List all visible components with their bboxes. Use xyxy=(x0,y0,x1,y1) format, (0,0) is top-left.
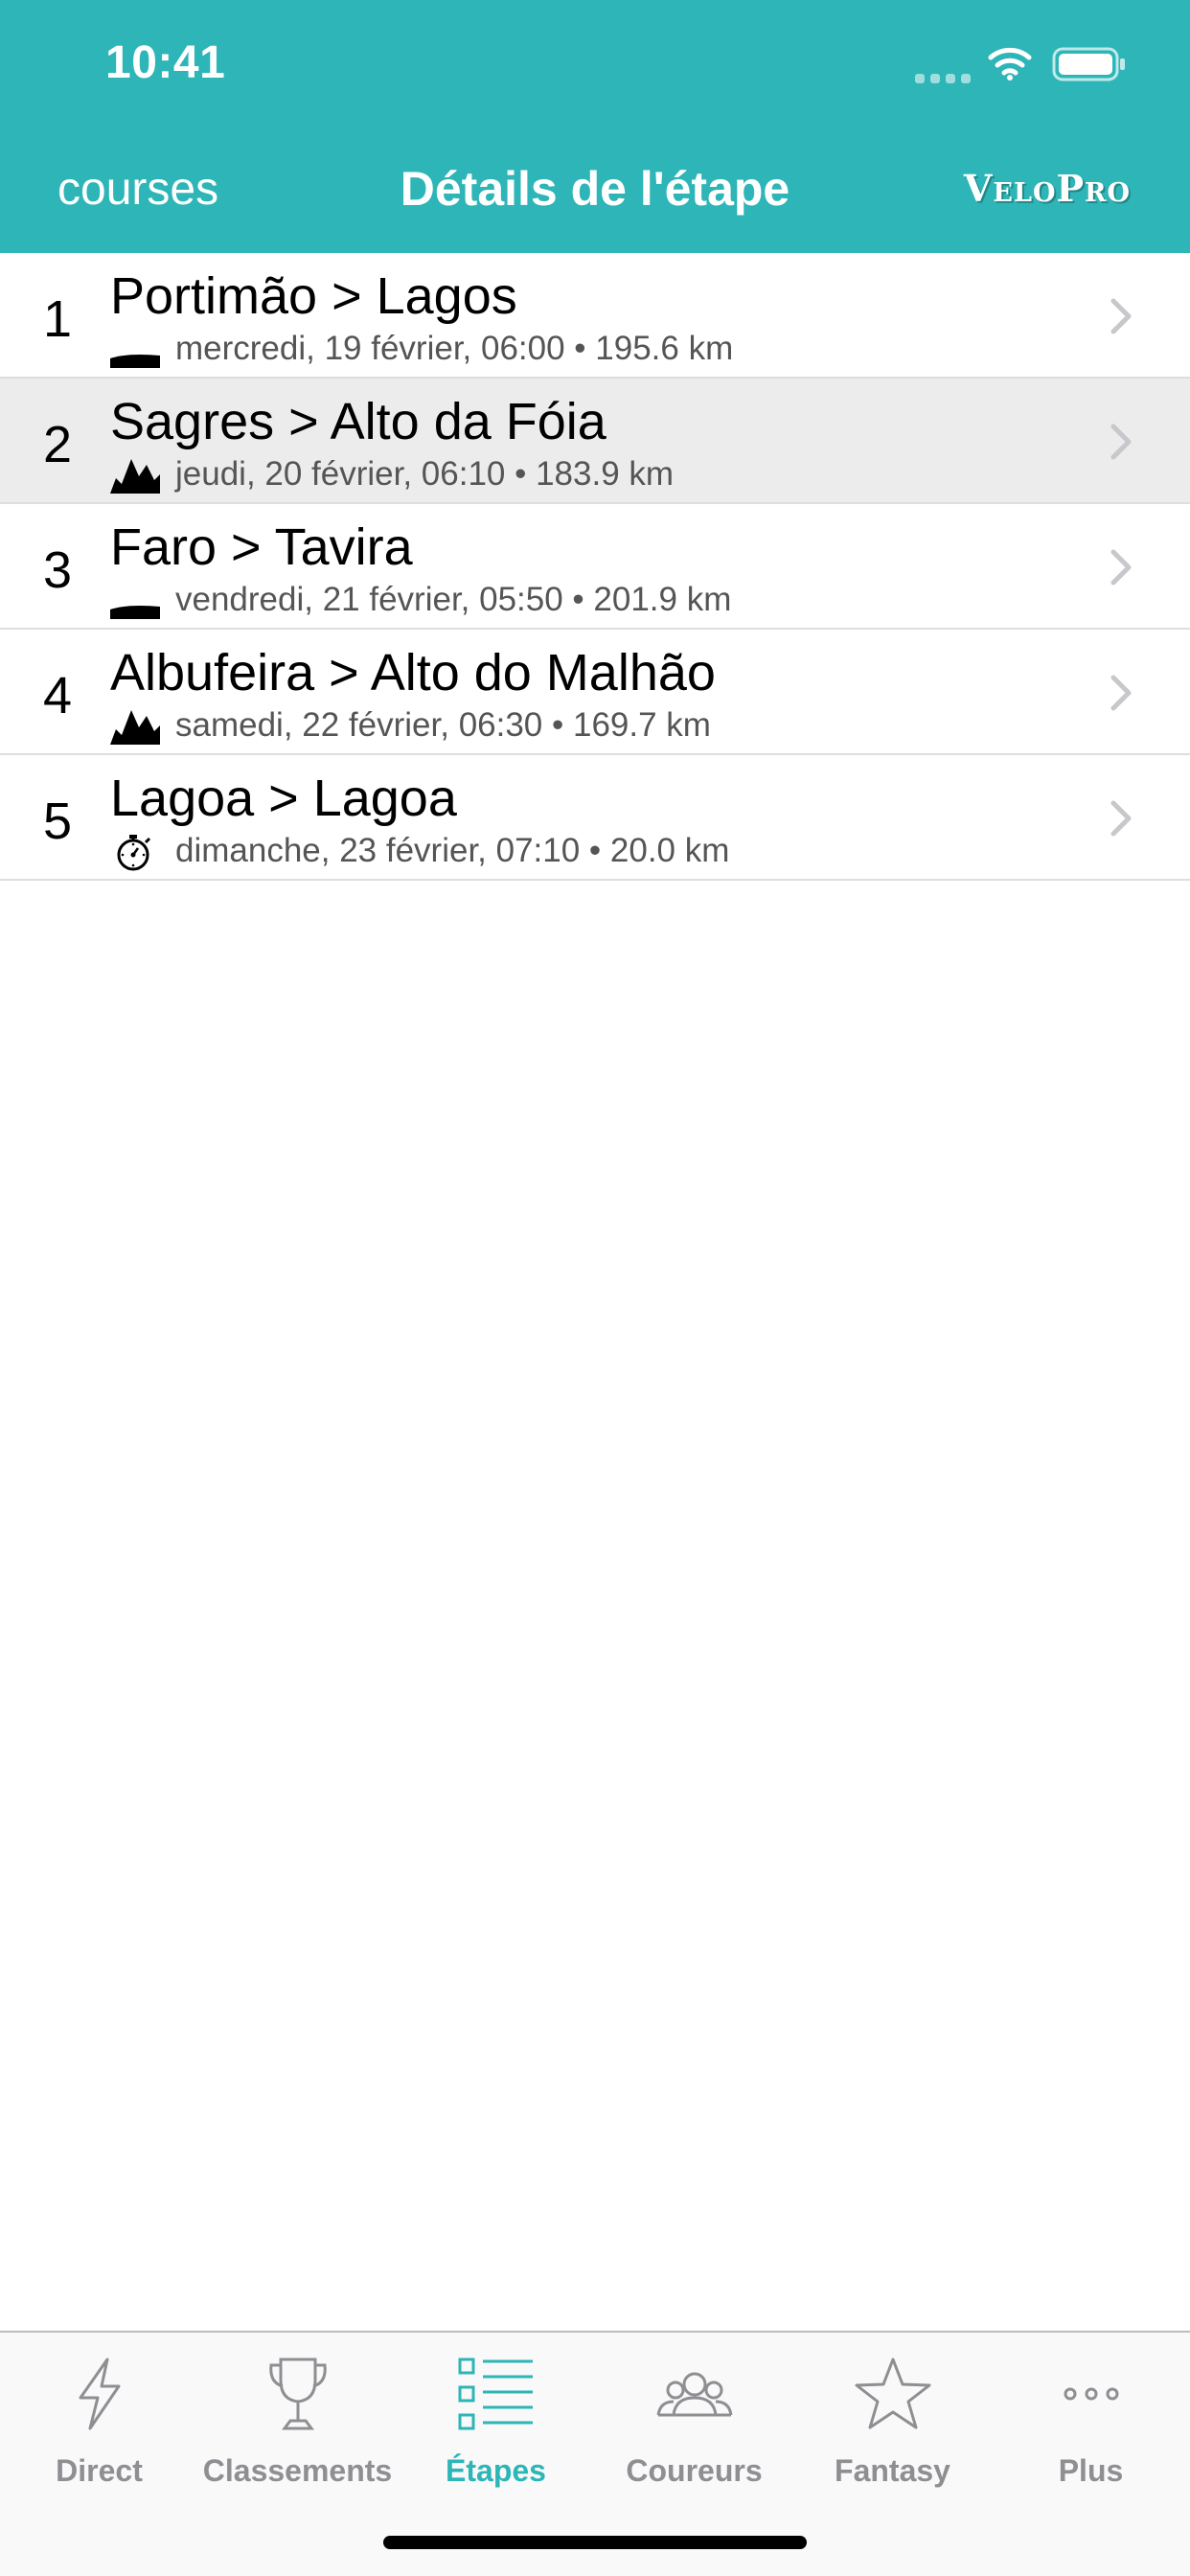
chevron-right-icon xyxy=(1110,424,1132,460)
row-separator xyxy=(0,879,1190,881)
stage-route: Sagres > Alto da Fóia xyxy=(110,393,606,450)
mountain-profile-icon xyxy=(110,459,160,494)
stage-row-3[interactable]: 3 Faro > Tavira vendredi, 21 février, 05… xyxy=(0,504,1190,630)
cellular-signal-icon xyxy=(915,71,976,88)
star-icon xyxy=(855,2358,931,2429)
tab-label: Plus xyxy=(1058,2453,1124,2488)
tab-etapes[interactable]: Étapes xyxy=(397,2333,595,2496)
battery-icon xyxy=(1052,47,1125,81)
navigation-header: 10:41 courses Détails de l'étape VeloPro xyxy=(0,0,1190,253)
stopwatch-icon xyxy=(117,835,151,871)
more-dots-icon xyxy=(1064,2387,1119,2401)
stage-route: Albufeira > Alto do Malhão xyxy=(110,644,716,702)
mountain-profile-icon xyxy=(110,710,160,745)
chevron-right-icon xyxy=(1110,675,1132,711)
stage-row-2[interactable]: 2 Sagres > Alto da Fóia jeudi, 20 févrie… xyxy=(0,379,1190,504)
stage-number: 1 xyxy=(42,290,73,348)
trophy-icon xyxy=(269,2358,327,2430)
flat-profile-icon xyxy=(110,606,160,619)
tab-label: Étapes xyxy=(446,2453,546,2488)
tab-fantasy[interactable]: Fantasy xyxy=(793,2333,992,2496)
tab-direct[interactable]: Direct xyxy=(0,2333,198,2496)
chevron-right-icon xyxy=(1110,800,1132,837)
tab-label: Coureurs xyxy=(626,2453,763,2488)
wifi-icon xyxy=(988,47,1032,80)
stage-number: 5 xyxy=(42,793,73,850)
stage-route: Faro > Tavira xyxy=(110,518,413,576)
stage-row-5[interactable]: 5 Lagoa > Lagoa dimanche, 23 février, 07… xyxy=(0,755,1190,881)
status-time: 10:41 xyxy=(105,37,226,88)
flat-profile-icon xyxy=(110,355,160,368)
stage-meta: jeudi, 20 février, 06:10 • 183.9 km xyxy=(175,455,675,493)
stage-number: 3 xyxy=(42,541,73,599)
stage-number: 2 xyxy=(42,416,73,473)
stage-route: Lagoa > Lagoa xyxy=(110,770,457,827)
tab-label: Direct xyxy=(56,2453,143,2488)
screen: 10:41 courses Détails de l'étape VeloPro… xyxy=(0,0,1190,2576)
chevron-right-icon xyxy=(1110,549,1132,586)
tab-classements[interactable]: Classements xyxy=(198,2333,397,2496)
stage-row-1[interactable]: 1 Portimão > Lagos mercredi, 19 février,… xyxy=(0,253,1190,379)
stage-meta: dimanche, 23 février, 07:10 • 20.0 km xyxy=(175,832,730,869)
stage-list: 1 Portimão > Lagos mercredi, 19 février,… xyxy=(0,253,1190,881)
home-indicator[interactable] xyxy=(383,2536,807,2549)
lightning-icon xyxy=(79,2358,121,2430)
chevron-right-icon xyxy=(1110,298,1132,334)
stage-route: Portimão > Lagos xyxy=(110,267,517,325)
tab-label: Classements xyxy=(202,2453,393,2488)
stage-row-4[interactable]: 4 Albufeira > Alto do Malhão samedi, 22 … xyxy=(0,630,1190,755)
tab-label: Fantasy xyxy=(835,2453,950,2488)
stage-meta: vendredi, 21 février, 05:50 • 201.9 km xyxy=(175,581,732,618)
stage-number: 4 xyxy=(42,667,73,724)
velopro-logo[interactable]: VeloPro xyxy=(964,167,1131,210)
tab-coureurs[interactable]: Coureurs xyxy=(595,2333,793,2496)
tab-plus[interactable]: Plus xyxy=(992,2333,1190,2496)
stage-meta: mercredi, 19 février, 06:00 • 195.6 km xyxy=(175,330,734,367)
stage-meta: samedi, 22 février, 06:30 • 169.7 km xyxy=(175,706,711,744)
riders-icon xyxy=(656,2372,733,2417)
list-icon xyxy=(458,2358,533,2430)
